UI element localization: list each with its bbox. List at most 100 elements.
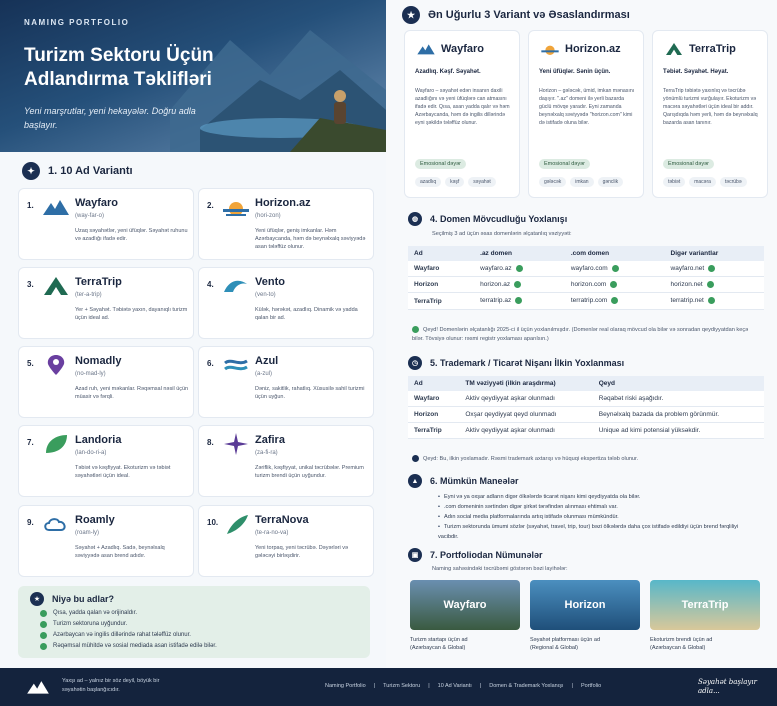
info-icon xyxy=(412,455,419,463)
variant-name: Wayfaro xyxy=(441,43,484,55)
footer-link[interactable]: Portfolio xyxy=(581,683,601,689)
card-name: Landoria xyxy=(75,434,122,446)
list-item: .com domeninin sərtindən digər şirkət tə… xyxy=(438,502,758,512)
domain-section-header: ◍ 4. Domen Mövcudluğu Yoxlanışı xyxy=(408,212,567,226)
emotional-value-badge: Emosional dəyər xyxy=(539,159,590,169)
footer-tagline: Yaxşı ad – yalnız bir söz deyil, böyük b… xyxy=(62,678,160,693)
card-number: 5. xyxy=(27,359,34,368)
mountain-logo-icon xyxy=(27,681,49,694)
table-header-row: Ad .az domen .com domen Digər variantlar xyxy=(408,246,764,261)
variant-name: TerraTrip xyxy=(689,43,736,55)
top3-title: Ən Uğurlu 3 Variant və Əsaslandırması xyxy=(428,9,630,21)
available-check-icon xyxy=(611,265,619,272)
tag-pill: kəşf xyxy=(445,177,465,187)
star-logo-icon xyxy=(224,433,248,455)
name-card: 1. Wayfaro (way-far-o) Uzaq səyahətlər, … xyxy=(18,188,194,260)
variant-logo: Wayfaro xyxy=(415,41,484,57)
variant-tagline: Yeni üfüqlər. Sənin üçün. xyxy=(539,69,611,75)
variant-description: TerraTrip təbiətə yaxınlıq və təcrübə yö… xyxy=(663,88,758,126)
variant-tags: gələcək imkan gənclik xyxy=(539,177,624,187)
card-number: 10. xyxy=(207,518,219,527)
variant-logo: TerraTrip xyxy=(663,41,736,57)
card-name: Zafira xyxy=(255,434,285,446)
variant-tags: azadlıq kəşf səyahət xyxy=(415,177,496,187)
pin-logo-icon xyxy=(47,355,65,375)
name-card: 2. Horizon.az (hori-zon) Yeni üfüqlər, g… xyxy=(198,188,374,260)
card-description: Dəniz, sakitlik, rahatlıq. Xüsusilə sahi… xyxy=(255,386,365,400)
card-pronunciation: (no-mad-ly) xyxy=(75,371,106,377)
globe-icon: ◍ xyxy=(408,212,422,226)
name-card: 9. Roamly (roam-ly) Səyahət + Azadlıq. S… xyxy=(18,505,194,577)
card-description: Təbiət və kəşfiyyat. Ekoturizm və təbiət… xyxy=(75,465,171,479)
card-pronunciation: (way-far-o) xyxy=(75,213,105,219)
tag-pill: təbiət xyxy=(663,177,686,187)
card-number: 3. xyxy=(27,280,34,289)
name-card: 4. Vento (ven-to) Külək, hərəkət, azadlı… xyxy=(198,267,374,339)
variant-tags: təbiət macəra təcrübə xyxy=(663,177,747,187)
obstacles-section-header: ▲ 6. Mümkün Maneələr xyxy=(408,474,519,488)
check-icon xyxy=(40,621,47,628)
available-check-icon xyxy=(514,281,522,289)
cloud-logo-icon xyxy=(44,518,66,531)
available-check-icon xyxy=(611,297,619,305)
portfolio-caption: Ekoturizm brendi üçün ad (Azərbaycan & G… xyxy=(650,637,713,651)
card-number: 6. xyxy=(207,359,214,368)
trademark-section-header: ◷ 5. Trademark / Ticarət Nişanı İlkin Yo… xyxy=(408,356,624,370)
trademark-table: Ad TM vəziyyəti (ilkin araşdırma) Qeyd W… xyxy=(408,376,764,439)
top-variant-card: Horizon.az Yeni üfüqlər. Sənin üçün. Hor… xyxy=(528,30,644,198)
check-icon xyxy=(40,632,47,639)
nav-separator: | xyxy=(479,683,482,689)
card-pronunciation: (te-ra-no-va) xyxy=(255,530,289,536)
portfolio-caption: Səyahət platforması üçün ad (Regional & … xyxy=(530,637,601,651)
portfolio-caption: Turizm startapı üçün ad (Azərbaycan & Gl… xyxy=(410,637,468,651)
why-these-names-box: ★ Niyə bu adlar? Qısa, yadda qalan və or… xyxy=(18,586,370,658)
card-name: Vento xyxy=(255,276,285,288)
list-item: Qısa, yadda qalan və orijinaldır. xyxy=(40,608,217,619)
peak-logo-icon xyxy=(666,43,682,55)
feather-logo-icon xyxy=(227,515,248,534)
portfolio-image-horizon[interactable]: Horizon xyxy=(530,580,640,630)
check-icon xyxy=(412,326,419,334)
portfolio-section-header: ▣ 7. Portfoliodan Nümunələr xyxy=(408,548,543,562)
page-title: Turizm Sektoru Üçün Adlandırma Təkliflər… xyxy=(24,45,214,90)
emotional-value-badge: Emosional dəyər xyxy=(663,159,714,169)
footer-link[interactable]: Naming Portfolio xyxy=(325,683,366,689)
footer-link[interactable]: Domen & Trademark Yoxlanışı xyxy=(489,683,563,689)
tag-pill: imkan xyxy=(570,177,594,187)
footer-link[interactable]: 10 Ad Variantı xyxy=(438,683,472,689)
portfolio-image-terratrip[interactable]: TerraTrip xyxy=(650,580,760,630)
section-1-header: ✦ 1. 10 Ad Variantı xyxy=(22,162,133,180)
footer: Yaxşı ad – yalnız bir söz deyil, böyük b… xyxy=(0,668,777,706)
sunrise-logo-icon xyxy=(541,45,559,55)
portfolio-image-wayfaro[interactable]: Wayfaro xyxy=(410,580,520,630)
variant-tagline: Təbiət. Səyahət. Həyat. xyxy=(663,69,729,75)
card-number: 9. xyxy=(27,518,34,527)
card-pronunciation: (a-zul) xyxy=(255,371,273,377)
left-column: NAMING PORTFOLIO Turizm Sektoru Üçün Adl… xyxy=(0,0,386,668)
footer-link[interactable]: Turizm Sektoru xyxy=(383,683,420,689)
nav-separator: | xyxy=(428,683,430,689)
domain-note: Qeyd! Domenlərin əlçatanlığı 2025-ci il … xyxy=(412,326,749,342)
card-description: Yeni üfüqlər, geniş imkanlar. Həm Azərba… xyxy=(255,228,366,250)
card-description: Zəriflik, kəşfiyyat, unikal təcrübələr. … xyxy=(255,465,364,479)
card-description: Yer + Səyahət. Təbiətə yaxın, dayanıqlı … xyxy=(75,307,188,321)
list-item: Turizm sektorunda ümumi sözlər (səyahət,… xyxy=(438,522,758,542)
name-card: 6. Azul (a-zul) Dəniz, sakitlik, rahatlı… xyxy=(198,346,374,418)
card-pronunciation: (za-fi-ra) xyxy=(255,450,278,456)
available-check-icon xyxy=(515,297,523,305)
name-card: 5. Nomadly (no-mad-ly) Azad ruh, yeni mə… xyxy=(18,346,194,418)
card-name: Horizon.az xyxy=(255,197,311,209)
tag-pill: təcrübə xyxy=(719,177,747,187)
card-number: 1. xyxy=(27,201,34,210)
card-pronunciation: (ven-to) xyxy=(255,292,276,298)
card-number: 7. xyxy=(27,438,34,447)
leaf-logo-icon xyxy=(46,435,67,453)
waves-logo-icon xyxy=(224,359,248,371)
tag-pill: səyahət xyxy=(468,177,496,187)
warning-icon: ▲ xyxy=(408,474,422,488)
table-header-row: Ad TM vəziyyəti (ilkin araşdırma) Qeyd xyxy=(408,376,764,391)
clock-icon: ◷ xyxy=(408,356,422,370)
check-icon xyxy=(40,610,47,617)
trademark-section-title: 5. Trademark / Ticarət Nişanı İlkin Yoxl… xyxy=(430,358,625,368)
card-pronunciation: (lan-do-ri-a) xyxy=(75,450,107,456)
